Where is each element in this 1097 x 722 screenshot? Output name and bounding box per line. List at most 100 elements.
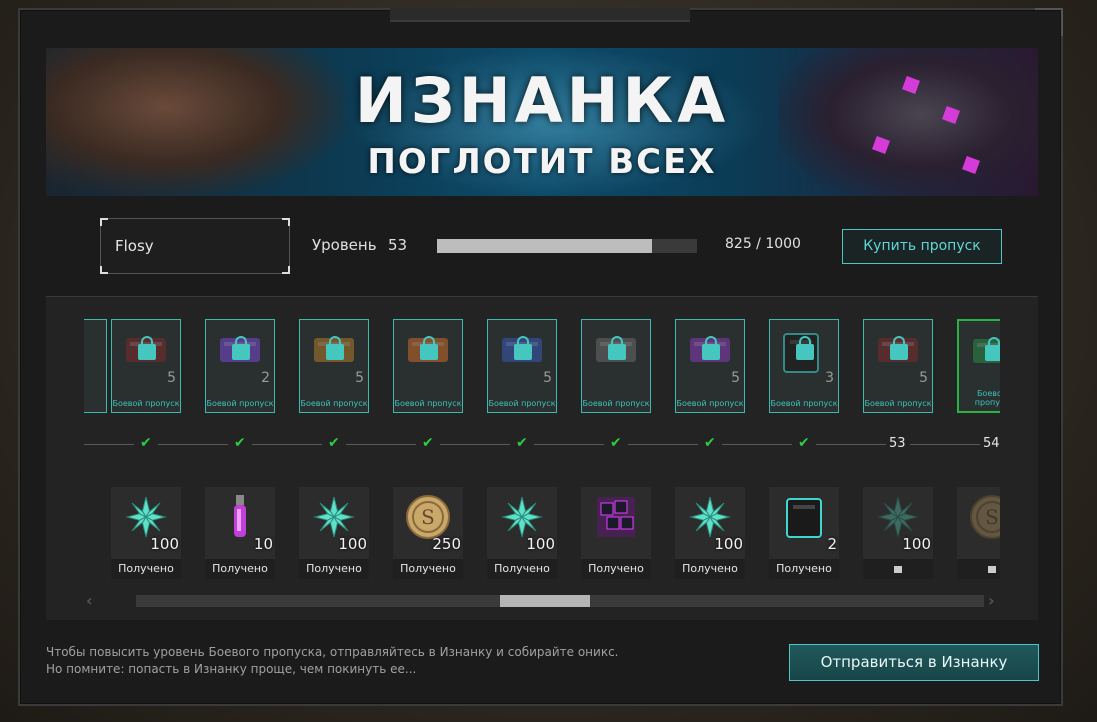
rewards-scrollbar[interactable] bbox=[136, 595, 984, 607]
lock-icon bbox=[894, 566, 902, 573]
svg-text:S: S bbox=[421, 505, 435, 529]
reward-count: 5 bbox=[167, 370, 176, 386]
gold-coin-icon: S bbox=[405, 493, 451, 541]
hint-text: Чтобы повысить уровень Боевого пропуска,… bbox=[46, 644, 619, 678]
onyx-crystal-icon bbox=[499, 493, 545, 541]
timeline-segment bbox=[158, 444, 228, 445]
reward-status: Получено bbox=[205, 559, 275, 579]
lock-icon bbox=[608, 336, 626, 360]
premium-reward-card[interactable]: 5 Боевой пропуск bbox=[863, 319, 933, 413]
onyx-crystal-icon bbox=[123, 493, 169, 541]
premium-reward-card[interactable]: 3 Боевой пропуск bbox=[769, 319, 839, 413]
reward-status: Получено bbox=[769, 559, 839, 579]
rewards-track[interactable]: 5 Боевой пропуск 2 Боевой пропуск 5 Боевой пр… bbox=[84, 297, 1000, 620]
reward-count: 100 bbox=[526, 535, 555, 553]
reward-label: Боевой пропуск bbox=[770, 399, 838, 408]
rewards-track-area: 5 Боевой пропуск 2 Боевой пропуск 5 Боевой пр… bbox=[46, 297, 1038, 620]
timeline-segment bbox=[440, 444, 510, 445]
reward-count: 5 bbox=[731, 370, 740, 386]
player-name-box: Flosy bbox=[100, 218, 290, 274]
check-icon: ✔ bbox=[610, 435, 622, 451]
premium-reward-card[interactable]: 5 Боевой пропуск bbox=[111, 319, 181, 413]
xp-text: 825 / 1000 bbox=[725, 236, 801, 252]
reward-count: 100 bbox=[714, 535, 743, 553]
lock-icon bbox=[514, 336, 532, 360]
free-reward-card[interactable]: Получено bbox=[581, 487, 651, 579]
buy-pass-button[interactable]: Купить пропуск bbox=[842, 229, 1002, 264]
onyx-crystal-icon bbox=[311, 493, 357, 541]
reward-count: 2 bbox=[827, 535, 837, 553]
panel-top-tab bbox=[390, 8, 690, 22]
banner-title: ИЗНАНКА bbox=[354, 64, 730, 137]
svg-text:S: S bbox=[985, 505, 999, 529]
reward-status: Получено bbox=[299, 559, 369, 579]
free-reward-card[interactable]: 100 bbox=[863, 487, 933, 579]
reward-label: Боевой пропуск bbox=[582, 399, 650, 408]
free-reward-card[interactable]: 10 Получено bbox=[205, 487, 275, 579]
reward-count: 2 bbox=[261, 370, 270, 386]
lock-icon bbox=[702, 336, 720, 360]
check-icon: ✔ bbox=[140, 435, 152, 451]
check-icon: ✔ bbox=[234, 435, 246, 451]
reward-status bbox=[957, 559, 1000, 579]
reward-status bbox=[863, 559, 933, 579]
reward-status: Получено bbox=[487, 559, 557, 579]
lock-icon bbox=[138, 336, 156, 360]
premium-reward-card[interactable]: Боевой пропуск bbox=[581, 319, 651, 413]
reward-count: 3 bbox=[825, 370, 834, 386]
free-reward-card[interactable]: 100 Получено bbox=[487, 487, 557, 579]
scroll-right-arrow-icon[interactable]: › bbox=[988, 591, 995, 610]
go-to-underside-button[interactable]: Отправиться в Изнанку bbox=[789, 644, 1039, 681]
reward-count: 10 bbox=[253, 535, 273, 553]
check-icon: ✔ bbox=[516, 435, 528, 451]
premium-reward-card[interactable] bbox=[84, 319, 107, 413]
reward-count: 5 bbox=[543, 370, 552, 386]
reward-label: Боевой пропуск bbox=[974, 389, 1000, 407]
reward-label: Боевой пропуск bbox=[300, 399, 368, 408]
reward-label: Боевой пропуск bbox=[112, 399, 180, 408]
free-reward-card[interactable]: S 250 Получено bbox=[393, 487, 463, 579]
timeline-level-label: 54 bbox=[983, 436, 1000, 451]
free-reward-card[interactable]: S2 bbox=[957, 487, 1000, 579]
timeline-segment bbox=[346, 444, 416, 445]
reward-label: Боевой пропуск bbox=[206, 399, 274, 408]
scrollbar-thumb[interactable] bbox=[499, 595, 590, 607]
check-icon: ✔ bbox=[328, 435, 340, 451]
premium-reward-card[interactable]: Боевой пропуск bbox=[393, 319, 463, 413]
hint-line-1: Чтобы повысить уровень Боевого пропуска,… bbox=[46, 645, 619, 659]
premium-reward-card[interactable]: 5 Боевой пропуск bbox=[675, 319, 745, 413]
free-reward-card[interactable]: 100 Получено bbox=[111, 487, 181, 579]
timeline-segment bbox=[252, 444, 322, 445]
premium-reward-card[interactable]: Боевой пропуск bbox=[957, 319, 1000, 413]
reward-count: 5 bbox=[919, 370, 928, 386]
timeline-segment bbox=[84, 444, 134, 445]
gold-coin-icon: S bbox=[969, 493, 1000, 541]
player-name: Flosy bbox=[115, 237, 154, 255]
purple-cubes-icon bbox=[593, 493, 639, 541]
reward-count: 100 bbox=[902, 535, 931, 553]
reward-label: Боевой пропуск bbox=[394, 399, 462, 408]
timeline-segment bbox=[816, 444, 886, 445]
premium-reward-card[interactable]: 2 Боевой пропуск bbox=[205, 319, 275, 413]
lock-icon bbox=[985, 337, 1000, 361]
lock-icon bbox=[326, 336, 344, 360]
free-reward-card[interactable]: 100 Получено bbox=[675, 487, 745, 579]
premium-reward-card[interactable]: 5 Боевой пропуск bbox=[487, 319, 557, 413]
premium-reward-card[interactable]: 5 Боевой пропуск bbox=[299, 319, 369, 413]
scroll-left-arrow-icon[interactable]: ‹ bbox=[86, 591, 93, 610]
free-reward-card[interactable]: 2 Получено bbox=[769, 487, 839, 579]
timeline-segment bbox=[722, 444, 792, 445]
panel-corner bbox=[1035, 8, 1063, 36]
lock-icon bbox=[420, 336, 438, 360]
pink-vial-icon bbox=[217, 493, 263, 541]
onyx-crystal-icon bbox=[875, 493, 921, 541]
reward-label: Боевой пропуск bbox=[488, 399, 556, 408]
timeline-segment bbox=[910, 444, 980, 445]
hint-line-2: Но помните: попасть в Изнанку проще, чем… bbox=[46, 662, 417, 676]
lock-icon bbox=[890, 336, 908, 360]
reward-count: 100 bbox=[338, 535, 367, 553]
free-reward-card[interactable]: 100 Получено bbox=[299, 487, 369, 579]
reward-status: Получено bbox=[111, 559, 181, 579]
battle-pass-panel: ИЗНАНКА ПОГЛОТИТ ВСЕХ Flosy Уровень 53 8… bbox=[18, 8, 1063, 706]
timeline-level-label: 53 bbox=[889, 436, 906, 451]
